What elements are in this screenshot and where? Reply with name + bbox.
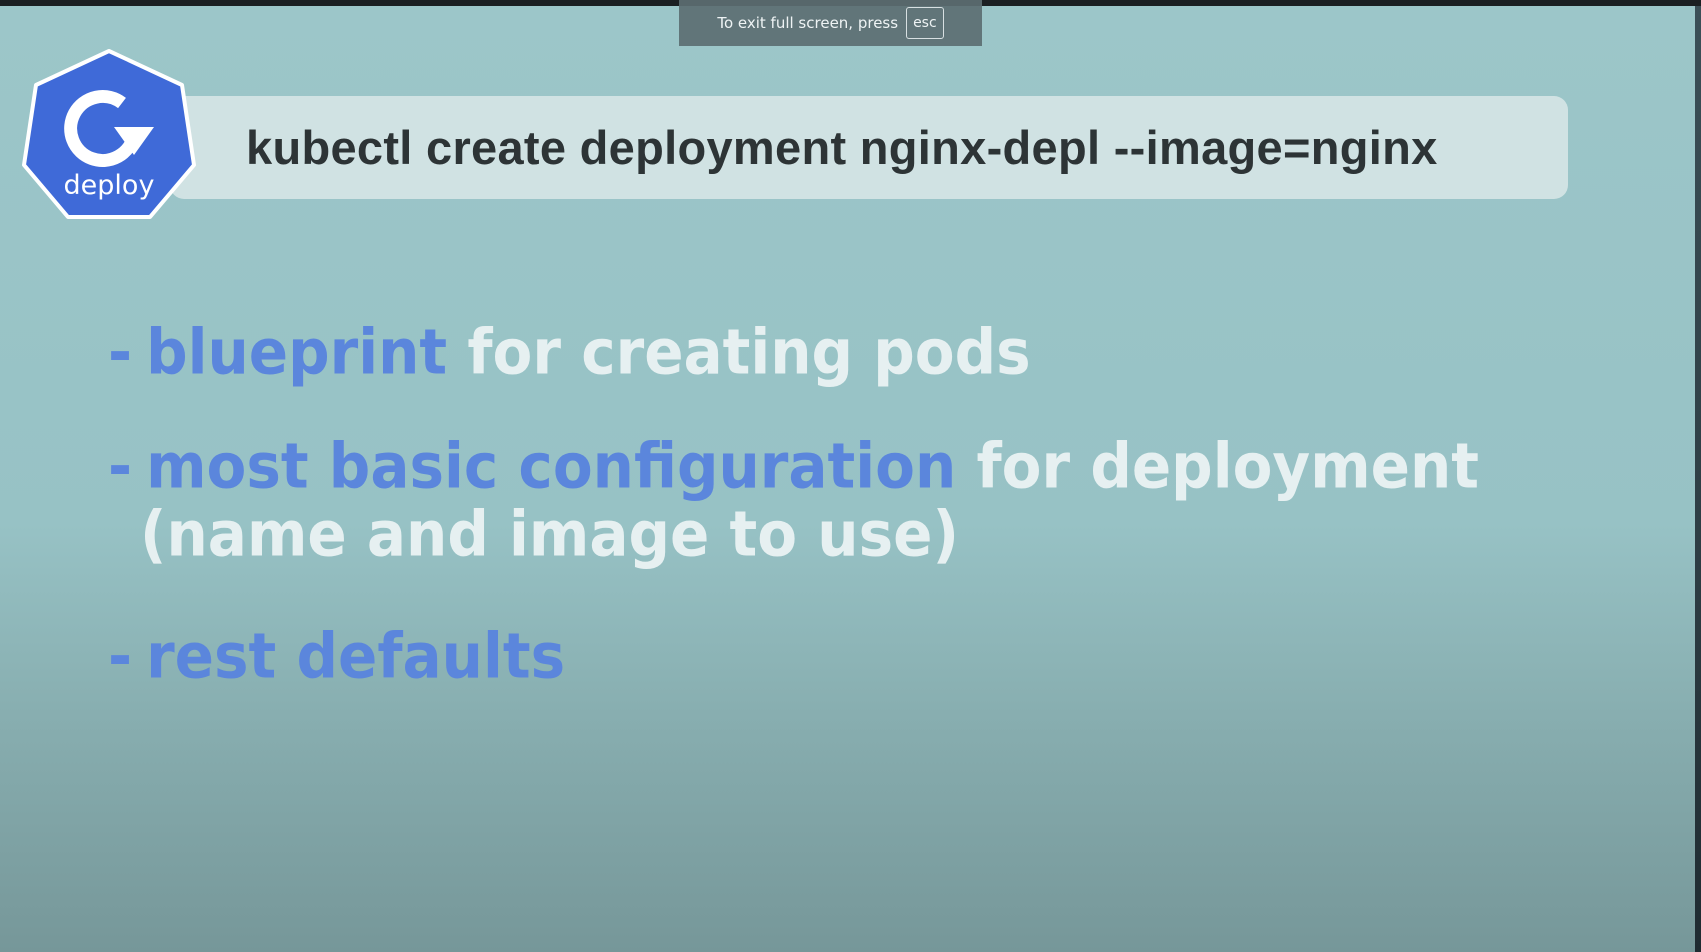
bullet-text: for creating pods	[467, 315, 1031, 389]
bullet-item: - rest defaults	[108, 619, 565, 692]
bullet-highlight: most basic configuration	[146, 429, 957, 503]
kubectl-command-text: kubectl create deployment nginx-depl --i…	[246, 121, 1438, 174]
bullet-item: - blueprint for creating pods	[108, 315, 1031, 388]
esc-key-hint: esc	[906, 7, 944, 39]
bullet-text: for deployment	[976, 429, 1480, 503]
right-edge-bar	[1695, 6, 1701, 952]
deploy-badge-label: deploy	[63, 170, 155, 201]
bullet-item: - most basic configuration for deployment	[108, 429, 1479, 502]
exit-fullscreen-text: To exit full screen, press	[717, 14, 899, 32]
bullet-continuation-text: (name and image to use)	[140, 497, 959, 571]
video-fullscreen-frame[interactable]: To exit full screen, press esc kubectl c…	[0, 0, 1701, 952]
bullet-dash: -	[108, 619, 133, 693]
exit-fullscreen-notice: To exit full screen, press esc	[679, 0, 982, 46]
bullet-dash: -	[108, 315, 133, 389]
bullet-dash: -	[108, 429, 133, 503]
bullet-continuation: (name and image to use)	[140, 497, 959, 570]
bullet-highlight: rest defaults	[146, 619, 566, 693]
bullet-highlight: blueprint	[146, 315, 448, 389]
